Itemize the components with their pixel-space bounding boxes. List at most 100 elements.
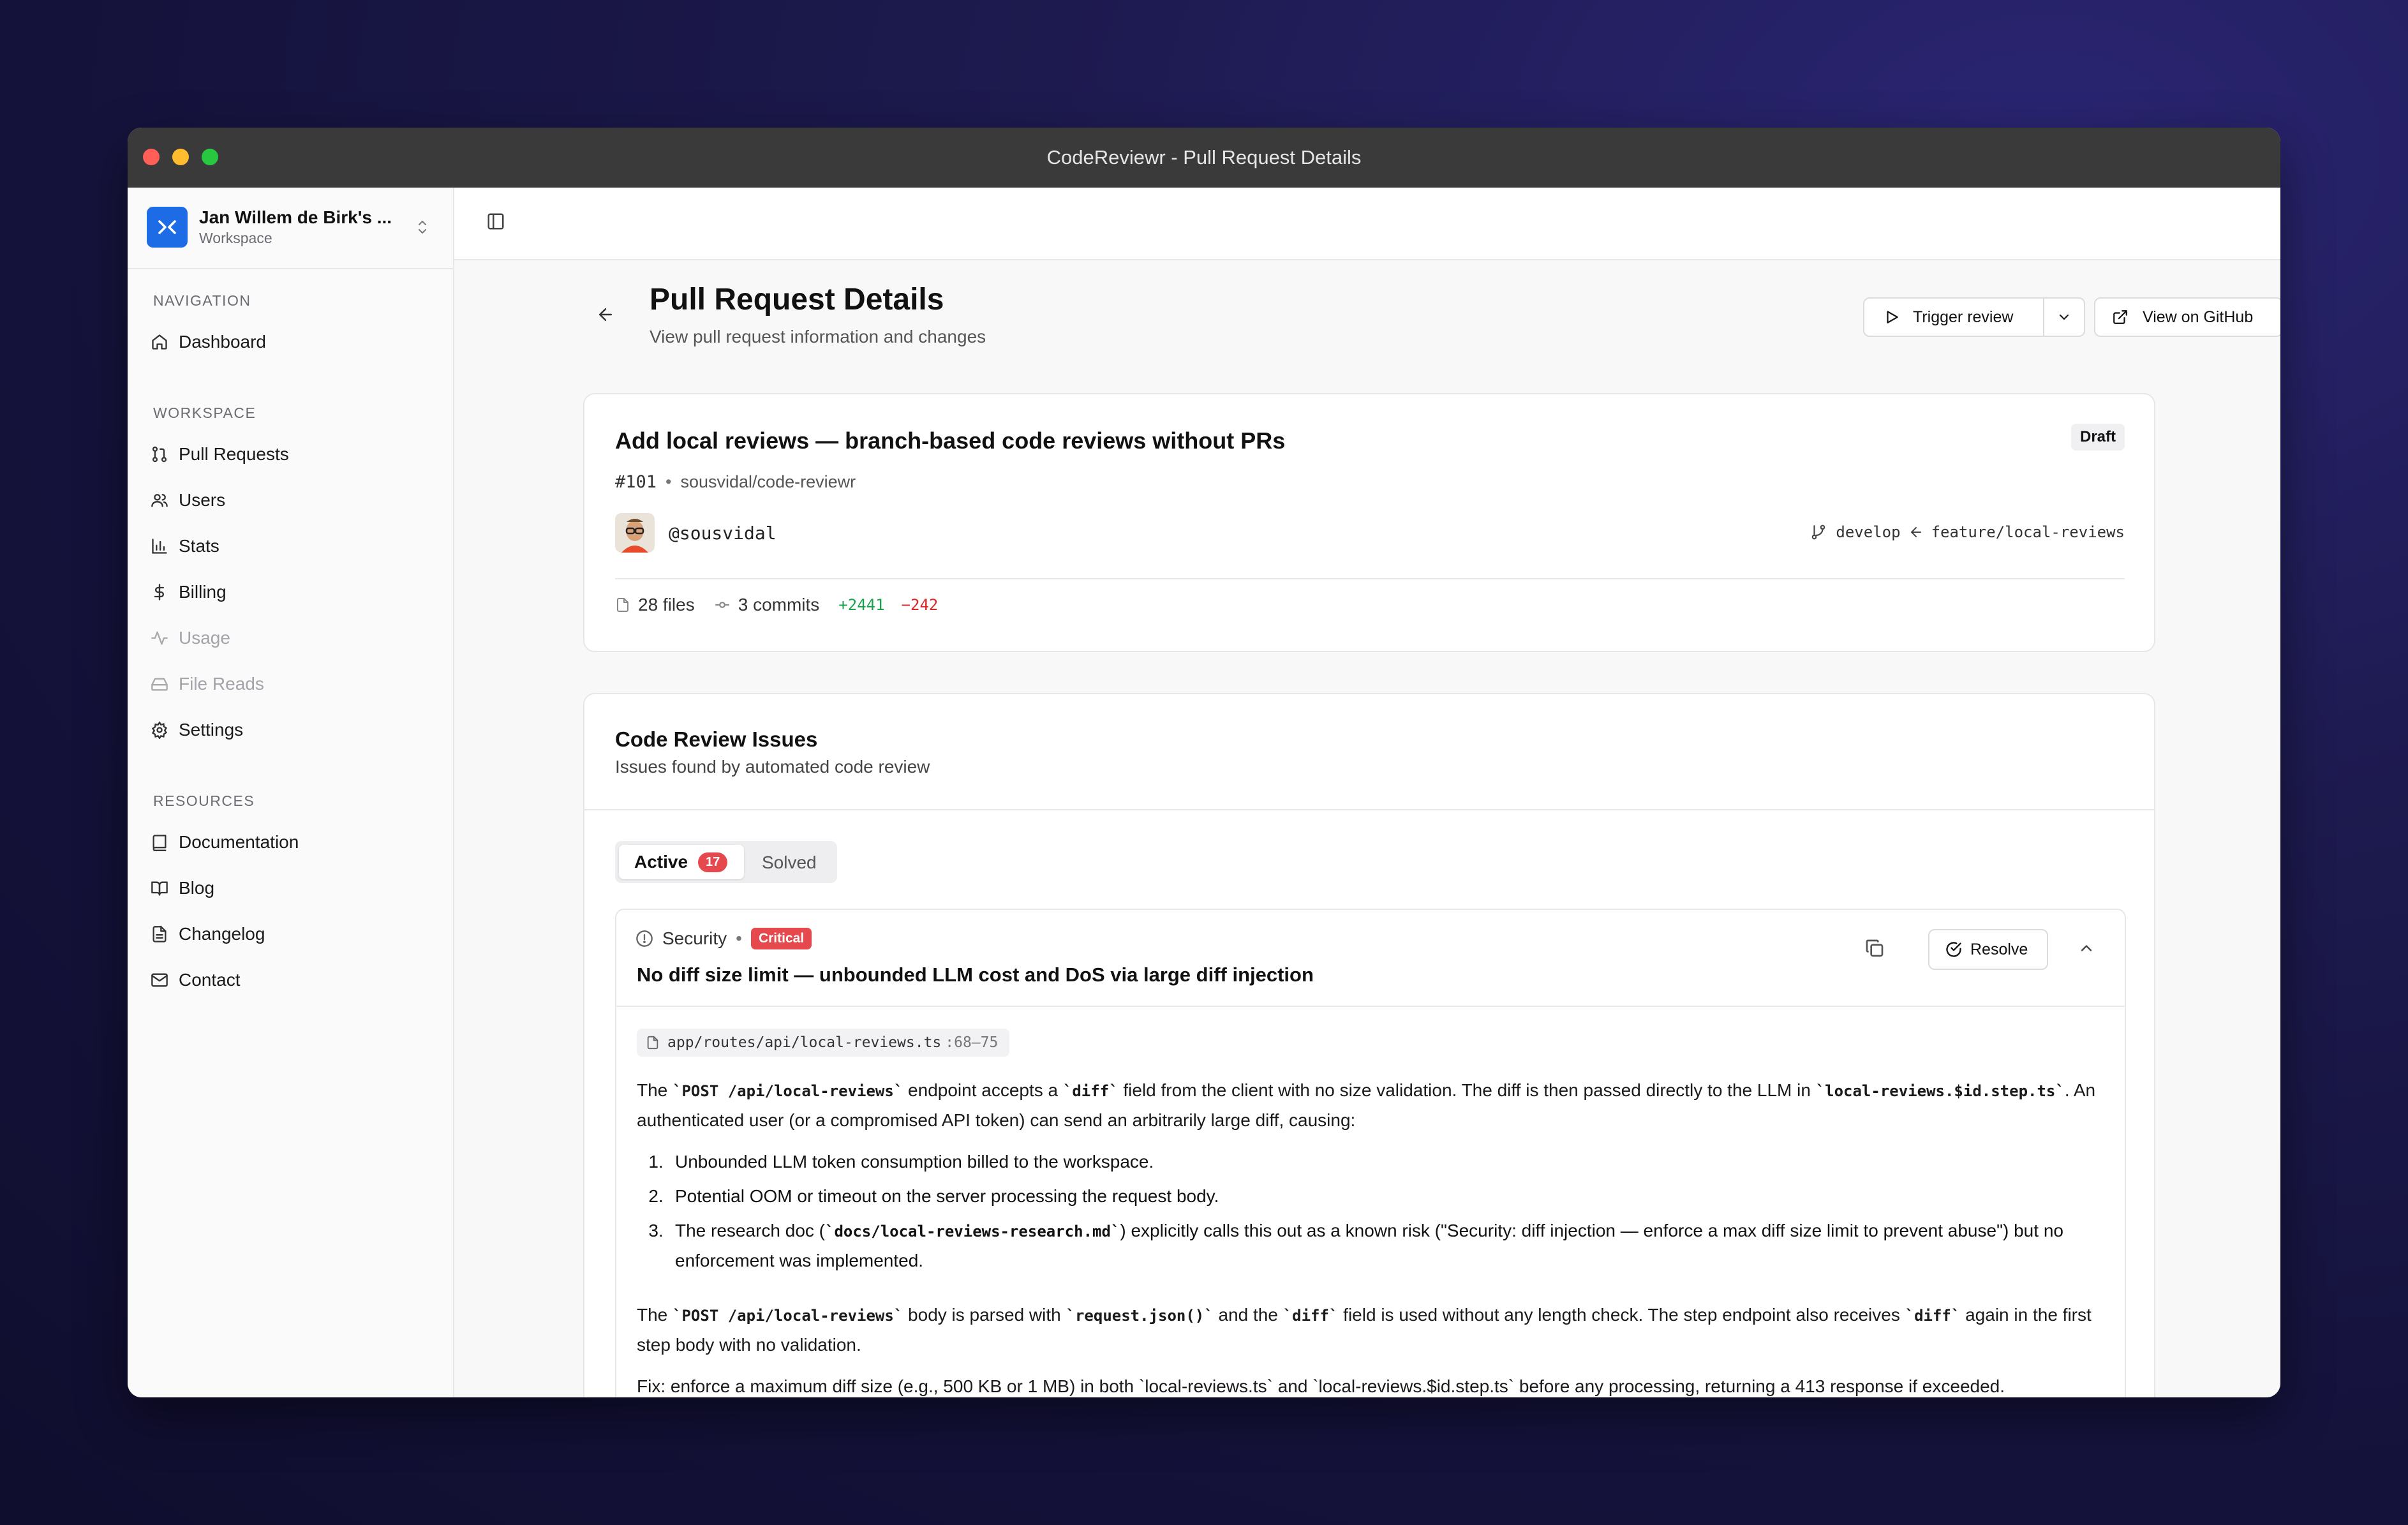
sidebar-item-label: Pull Requests <box>179 444 289 464</box>
chevron-down-icon <box>2056 309 2072 325</box>
close-window-button[interactable] <box>143 149 160 165</box>
sidebar: Jan Willem de Birk's ... Workspace NAVIG… <box>128 188 454 1397</box>
arrow-left-icon <box>1908 524 1924 540</box>
git-pull-request-icon <box>147 445 176 463</box>
sidebar-item-label: Blog <box>179 878 215 898</box>
title-bar: CodeReviewr - Pull Request Details <box>128 128 2280 188</box>
pr-number: #101 <box>615 472 657 492</box>
file-path: app/routes/api/local-reviews.ts <box>667 1034 942 1051</box>
pr-author[interactable]: @sousvidal <box>669 523 777 544</box>
copy-icon[interactable] <box>1864 938 1885 962</box>
sidebar-item-dashboard[interactable]: Dashboard <box>147 323 434 361</box>
main-content: Pull Request Details View pull request i… <box>454 188 2280 1397</box>
pull-request-card: Add local reviews — branch-based code re… <box>583 393 2155 652</box>
status-badge: Draft <box>2070 424 2125 450</box>
chevron-up-icon[interactable] <box>2077 939 2095 960</box>
issue-paragraph-1: The `POST /api/local-reviews` endpoint a… <box>637 1080 2096 1130</box>
issue-paragraph-3: Fix: enforce a maximum diff size (e.g., … <box>637 1376 2005 1396</box>
sidebar-item-documentation[interactable]: Documentation <box>147 823 434 861</box>
book-icon <box>147 833 176 851</box>
commits-count: 3 commits <box>738 595 820 614</box>
sidebar-item-settings[interactable]: Settings <box>147 711 434 749</box>
files-count: 28 files <box>638 595 695 614</box>
deletions-count: −242 <box>901 596 939 614</box>
card-divider <box>615 578 2125 579</box>
sidebar-item-label: Settings <box>179 720 244 740</box>
view-on-github-button[interactable]: View on GitHub <box>2094 297 2280 337</box>
section-label-resources: RESOURCES <box>153 792 255 809</box>
alert-circle-icon <box>635 930 653 948</box>
play-icon <box>1884 309 1900 325</box>
sidebar-item-label: File Reads <box>179 674 264 694</box>
back-arrow-icon[interactable] <box>596 305 615 327</box>
sidebar-item-pull-requests[interactable]: Pull Requests <box>147 435 434 473</box>
minimize-window-button[interactable] <box>172 149 189 165</box>
resolve-button[interactable]: Resolve <box>1928 929 2048 970</box>
sidebar-item-label: Documentation <box>179 832 299 852</box>
external-link-icon <box>2112 309 2129 325</box>
pr-repo[interactable]: sousvidal/code-reviewr <box>680 472 856 492</box>
workspace-name: Jan Willem de Birk's ... <box>199 207 392 227</box>
tab-solved[interactable]: Solved <box>762 852 817 873</box>
users-icon <box>147 491 176 509</box>
tab-active[interactable]: Active 17 <box>619 845 744 879</box>
sidebar-item-billing[interactable]: Billing <box>147 573 434 611</box>
list-item: 3. The research doc (`docs/local-reviews-… <box>648 1221 2063 1270</box>
maximize-window-button[interactable] <box>202 149 218 165</box>
window-title: CodeReviewr - Pull Request Details <box>1046 146 1362 168</box>
sidebar-item-label: Billing <box>179 582 227 602</box>
sidebar-item-label: Changelog <box>179 924 265 944</box>
sidebar-item-label: Users <box>179 490 226 510</box>
sidebar-toggle-icon[interactable] <box>486 212 505 234</box>
file-icon <box>615 597 630 613</box>
sidebar-item-label: Contact <box>179 970 241 990</box>
section-label-navigation: NAVIGATION <box>153 292 251 309</box>
file-location-chip[interactable]: app/routes/api/local-reviews.ts :68–75 <box>637 1029 1010 1057</box>
issue-card: Security • Critical No diff size limit —… <box>615 909 2126 1397</box>
line-range: :68–75 <box>945 1034 999 1051</box>
avatar <box>615 513 655 553</box>
list-item: 2. Potential OOM or timeout on the server… <box>648 1186 1219 1206</box>
file-icon <box>646 1036 660 1050</box>
page-subtitle: View pull request information and change… <box>650 327 986 346</box>
workspace-switcher[interactable]: Jan Willem de Birk's ... Workspace <box>147 207 434 248</box>
sidebar-item-usage[interactable]: Usage <box>147 619 434 657</box>
mail-icon <box>147 971 176 989</box>
git-branch-icon <box>1810 524 1827 540</box>
home-icon <box>147 333 176 351</box>
severity-badge: Critical <box>750 928 812 949</box>
separator-dot: • <box>665 472 672 491</box>
bar-chart-icon <box>147 537 176 555</box>
issues-subtitle: Issues found by automated code review <box>615 757 930 777</box>
file-text-icon <box>147 925 176 943</box>
sidebar-item-contact[interactable]: Contact <box>147 961 434 999</box>
issue-divider <box>616 1006 2125 1007</box>
book-open-icon <box>147 879 176 897</box>
check-circle-icon <box>1945 941 1963 958</box>
hard-drive-icon <box>147 675 176 693</box>
app-window: CodeReviewr - Pull Request Details Jan W… <box>128 128 2280 1397</box>
sidebar-item-users[interactable]: Users <box>147 481 434 519</box>
sidebar-item-label: Stats <box>179 536 219 556</box>
trigger-options-button[interactable] <box>2043 297 2085 337</box>
sidebar-item-stats[interactable]: Stats <box>147 527 434 565</box>
base-branch: develop <box>1836 523 1901 541</box>
top-bar <box>454 188 2280 260</box>
pr-title: Add local reviews — branch-based code re… <box>615 428 1286 454</box>
additions-count: +2441 <box>838 596 885 614</box>
chevrons-up-down-icon <box>415 218 430 239</box>
issues-divider <box>584 809 2154 810</box>
issue-category: Security <box>662 928 727 948</box>
dollar-icon <box>147 583 176 601</box>
sidebar-item-label: Usage <box>179 628 230 648</box>
issue-tabs: Active 17 Solved <box>615 841 837 883</box>
activity-icon <box>147 629 176 647</box>
workspace-logo-icon <box>147 207 188 248</box>
resolve-label: Resolve <box>1970 940 2028 958</box>
code-review-issues-card: Code Review Issues Issues found by autom… <box>583 693 2155 1397</box>
trigger-review-button[interactable]: Trigger review <box>1863 297 2044 337</box>
sidebar-item-file-reads[interactable]: File Reads <box>147 665 434 703</box>
sidebar-item-blog[interactable]: Blog <box>147 869 434 907</box>
sidebar-item-changelog[interactable]: Changelog <box>147 915 434 953</box>
head-branch: feature/local-reviews <box>1931 523 2125 541</box>
